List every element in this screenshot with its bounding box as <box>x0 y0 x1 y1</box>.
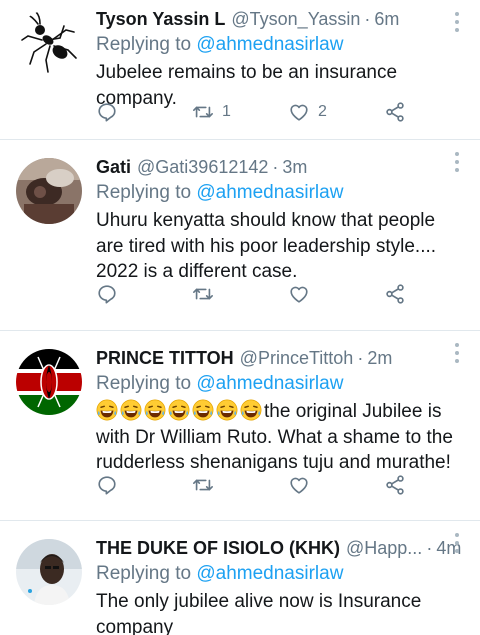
author-name[interactable]: Tyson Yassin L <box>96 8 225 30</box>
share-button[interactable] <box>384 283 406 305</box>
timestamp[interactable]: 6m <box>374 8 399 30</box>
share-icon <box>386 102 404 122</box>
reply-icon <box>98 285 116 304</box>
tweet-text: the original Jubilee is with Dr William … <box>96 399 466 476</box>
replying-to-label: Replying to <box>96 182 192 203</box>
action-bar <box>96 280 480 308</box>
avatar[interactable] <box>16 349 82 415</box>
replying-to-link[interactable]: @ahmednasirlaw <box>196 373 343 394</box>
retweet-count: 1 <box>222 103 231 120</box>
tweet[interactable]: Gati @Gati39612142 · 3m Replying to @ahm… <box>0 140 480 331</box>
more-options-icon[interactable] <box>454 12 460 32</box>
action-bar <box>96 471 480 499</box>
replying-to-link[interactable]: @ahmednasirlaw <box>196 34 343 55</box>
replying-to-link[interactable]: @ahmednasirlaw <box>196 182 343 203</box>
retweet-button[interactable] <box>192 283 222 305</box>
share-button[interactable] <box>384 474 406 496</box>
avatar[interactable] <box>16 539 82 605</box>
author-name[interactable]: Gati <box>96 156 131 178</box>
replying-to: Replying to @ahmednasirlaw <box>96 180 466 206</box>
reply-feed: Tyson Yassin L @Tyson_Yassin · 6m Replyi… <box>0 0 480 635</box>
share-button[interactable] <box>384 101 406 123</box>
avatar[interactable] <box>16 158 82 224</box>
separator-dot: · <box>426 538 433 558</box>
share-icon <box>386 475 404 495</box>
heart-icon <box>290 477 308 494</box>
kenya-flag <box>16 349 82 415</box>
author-name[interactable]: PRINCE TITTOH <box>96 347 234 369</box>
avatar[interactable] <box>16 10 82 76</box>
replying-to: Replying to @ahmednasirlaw <box>96 561 466 587</box>
laughing-face-emoji <box>120 399 142 421</box>
car-interior-photo <box>16 158 82 224</box>
tweet[interactable]: PRINCE TITTOH @PrinceTittoh · 2m Replyin… <box>0 331 480 521</box>
laughing-face-emoji <box>240 399 262 421</box>
laughing-face-emoji <box>192 399 214 421</box>
emoji-row <box>96 399 264 422</box>
replying-to-label: Replying to <box>96 373 192 394</box>
timestamp[interactable]: 3m <box>282 156 307 178</box>
like-count: 2 <box>318 103 327 120</box>
tweet[interactable]: Tyson Yassin L @Tyson_Yassin · 6m Replyi… <box>0 0 480 140</box>
retweet-icon <box>193 106 213 118</box>
retweet-icon <box>193 479 213 491</box>
separator-dot: · <box>272 157 279 177</box>
heart-icon <box>290 104 308 121</box>
laughing-face-emoji <box>216 399 238 421</box>
separator-dot: · <box>357 348 364 368</box>
reply-button[interactable] <box>96 283 118 305</box>
like-button[interactable] <box>288 283 318 305</box>
retweet-icon <box>193 288 213 300</box>
reply-button[interactable] <box>96 101 118 123</box>
replying-to: Replying to @ahmednasirlaw <box>96 371 466 397</box>
author-handle[interactable]: @Gati39612142 <box>137 156 268 178</box>
reply-button[interactable] <box>96 474 118 496</box>
tweet[interactable]: THE DUKE OF ISIOLO (KHK) @Happ... · 4m R… <box>0 521 480 635</box>
person-photo <box>16 539 82 605</box>
retweet-button[interactable]: 1 <box>192 101 231 123</box>
tweet-text: The only jubilee alive now is Insurance … <box>96 591 422 635</box>
more-options-icon[interactable] <box>454 533 460 553</box>
more-options-icon[interactable] <box>454 152 460 172</box>
laughing-face-emoji <box>144 399 166 421</box>
timestamp[interactable]: 2m <box>367 347 392 369</box>
author-handle[interactable]: @Happ... <box>346 537 422 559</box>
tweet-text: Uhuru kenyatta should know that people a… <box>96 210 437 282</box>
laughing-face-emoji <box>168 399 190 421</box>
replying-to: Replying to @ahmednasirlaw <box>96 32 466 58</box>
like-button[interactable] <box>288 474 318 496</box>
action-bar: 1 2 <box>96 98 480 126</box>
replying-to-label: Replying to <box>96 563 192 584</box>
separator-dot: · <box>364 9 371 29</box>
ant-icon <box>16 10 82 76</box>
reply-icon <box>98 103 116 122</box>
author-handle[interactable]: @Tyson_Yassin <box>231 8 360 30</box>
share-icon <box>386 284 404 304</box>
replying-to-label: Replying to <box>96 34 192 55</box>
author-name[interactable]: THE DUKE OF ISIOLO (KHK) <box>96 537 340 559</box>
like-button[interactable]: 2 <box>288 101 327 123</box>
replying-to-link[interactable]: @ahmednasirlaw <box>196 563 343 584</box>
retweet-button[interactable] <box>192 474 222 496</box>
more-options-icon[interactable] <box>454 343 460 363</box>
reply-icon <box>98 476 116 495</box>
laughing-face-emoji <box>96 399 118 421</box>
author-handle[interactable]: @PrinceTittoh <box>240 347 354 369</box>
heart-icon <box>290 286 308 303</box>
